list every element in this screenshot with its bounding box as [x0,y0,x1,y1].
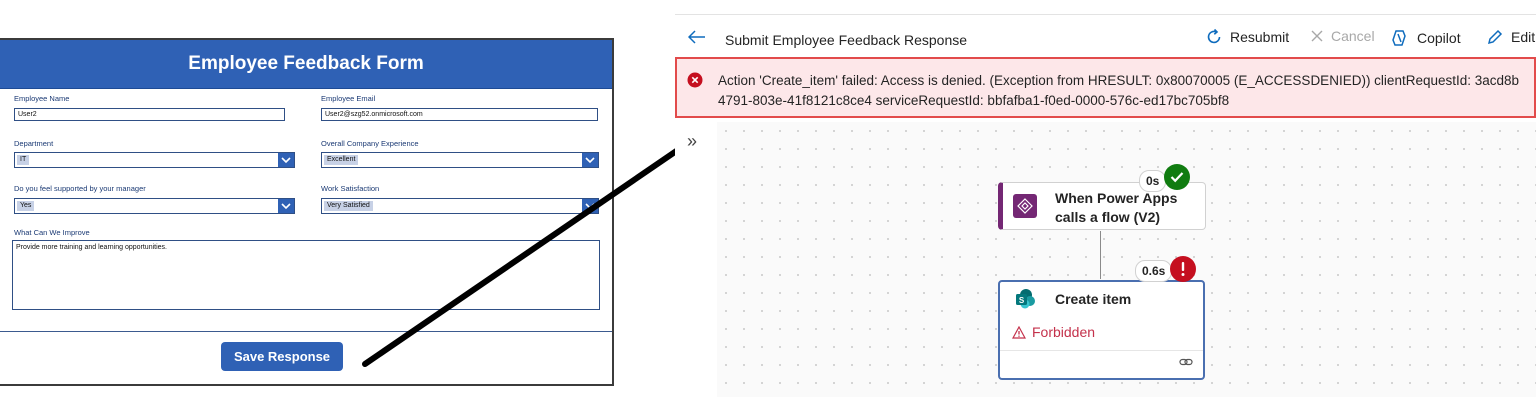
error-line-1: Action 'Create_item' failed: Access is d… [718,73,1520,88]
cancel-button[interactable]: Cancel [1310,28,1375,44]
header-divider [675,14,1536,15]
warning-icon [1012,325,1026,339]
expand-panel-icon[interactable]: » [687,131,697,152]
create-item-node[interactable]: S Create item Forbidden [998,280,1205,380]
copilot-button[interactable]: Copilot [1390,28,1461,48]
create-item-title: Create item [1055,291,1132,307]
cancel-label: Cancel [1331,28,1375,44]
link-icon[interactable] [1179,354,1193,372]
svg-text:S: S [1019,296,1025,305]
flow-canvas: When Power Apps calls a flow (V2) 0s S C… [717,122,1536,397]
error-icon [687,72,703,93]
run-toolbar: Submit Employee Feedback Response Resubm… [675,22,1536,54]
sharepoint-icon: S [1014,288,1036,315]
node-footer-divider [1000,350,1203,351]
copilot-label: Copilot [1417,30,1461,46]
trigger-title: When Power Apps calls a flow (V2) [1055,190,1178,225]
copilot-icon [1392,30,1406,46]
close-icon [1311,30,1323,42]
flow-title: Submit Employee Feedback Response [725,32,968,48]
edit-button[interactable]: Edit [1486,28,1535,46]
resubmit-icon [1207,28,1221,44]
action-duration-badge: 0.6s [1135,260,1173,282]
flow-run-panel: Submit Employee Feedback Response Resubm… [675,0,1536,420]
error-message: Action 'Create_item' failed: Access is d… [718,71,1536,111]
trigger-duration-badge: 0s [1139,170,1167,192]
success-check-icon [1164,164,1190,190]
back-arrow-icon[interactable] [687,30,706,49]
connector-line [1100,231,1101,279]
error-status-icon [1170,256,1196,282]
forbidden-status: Forbidden [1012,324,1095,340]
pencil-icon [1487,29,1503,45]
resubmit-label: Resubmit [1230,29,1290,45]
forbidden-text: Forbidden [1032,324,1096,340]
error-line-2: 4791-803e-41f8121c8ce4 serviceRequestId:… [718,93,1230,108]
error-banner: Action 'Create_item' failed: Access is d… [675,57,1536,118]
edit-label: Edit [1511,29,1536,45]
resubmit-button[interactable]: Resubmit [1205,28,1289,46]
power-apps-icon [1013,194,1037,218]
